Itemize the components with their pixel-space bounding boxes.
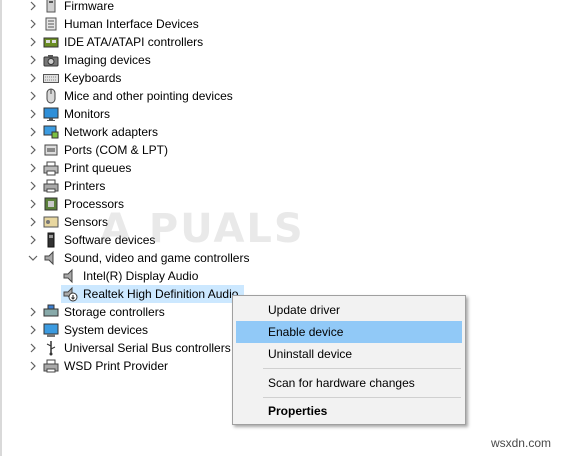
tree-item-mice[interactable]: Mice and other pointing devices: [0, 87, 300, 105]
chevron-right-icon[interactable]: [28, 361, 38, 371]
chevron-right-icon[interactable]: [28, 55, 38, 65]
speaker-icon: [62, 268, 78, 284]
tree-item-printers[interactable]: Printers: [0, 177, 300, 195]
tree-item-imaging-devices[interactable]: Imaging devices: [0, 51, 300, 69]
chevron-right-icon[interactable]: [28, 307, 38, 317]
firmware-icon: [43, 0, 59, 14]
processor-icon: [43, 196, 59, 212]
menu-separator: [263, 397, 461, 398]
network-adapter-icon: [43, 124, 59, 140]
sensor-icon: [43, 214, 59, 230]
chevron-right-icon[interactable]: [28, 217, 38, 227]
tree-item-monitors[interactable]: Monitors: [0, 105, 300, 123]
context-menu: Update driver Enable device Uninstall de…: [232, 295, 466, 425]
chevron-right-icon[interactable]: [28, 199, 38, 209]
camera-icon: [43, 52, 59, 68]
storage-controller-icon: [43, 304, 59, 320]
tree-item-network-adapters[interactable]: Network adapters: [0, 123, 300, 141]
device-manager-window: Firmware Human Interface Devices IDE ATA…: [0, 0, 563, 456]
menu-item-update-driver[interactable]: Update driver: [236, 299, 462, 321]
chevron-right-icon[interactable]: [28, 325, 38, 335]
chevron-right-icon[interactable]: [28, 109, 38, 119]
menu-item-properties[interactable]: Properties: [236, 400, 462, 422]
chevron-right-icon[interactable]: [28, 145, 38, 155]
monitor-icon: [43, 106, 59, 122]
tree-item-label: Print queues: [64, 161, 132, 175]
system-device-icon: [43, 322, 59, 338]
menu-item-uninstall-device[interactable]: Uninstall device: [236, 343, 462, 365]
chevron-right-icon[interactable]: [28, 163, 38, 173]
keyboard-icon: [43, 70, 59, 86]
tree-item-label: Sound, video and game controllers: [64, 251, 250, 265]
tree-item-intel-display-audio[interactable]: Intel(R) Display Audio: [0, 267, 300, 285]
speaker-icon: [43, 250, 59, 266]
chevron-right-icon[interactable]: [28, 1, 38, 11]
tree-item-ports[interactable]: Ports (COM & LPT): [0, 141, 300, 159]
watermark-logo: A PUALS: [100, 206, 305, 252]
tree-item-ide-controllers[interactable]: IDE ATA/ATAPI controllers: [0, 33, 300, 51]
print-queue-icon: [43, 160, 59, 176]
chevron-right-icon[interactable]: [28, 19, 38, 29]
tree-item-label: Storage controllers: [64, 305, 165, 319]
tree-item-label: Imaging devices: [64, 53, 151, 67]
chevron-right-icon[interactable]: [28, 127, 38, 137]
tree-item-label: WSD Print Provider: [64, 359, 169, 373]
software-device-icon: [43, 232, 59, 248]
hid-icon: [43, 16, 59, 32]
tree-item-label: System devices: [64, 323, 149, 337]
tree-item-label: Printers: [64, 179, 106, 193]
chevron-right-icon[interactable]: [28, 343, 38, 353]
tree-item-label: Realtek High Definition Audio: [83, 287, 239, 301]
tree-item-print-queues[interactable]: Print queues: [0, 159, 300, 177]
chevron-right-icon[interactable]: [28, 235, 38, 245]
usb-icon: [43, 340, 59, 356]
printer-icon: [43, 178, 59, 194]
tree-item-keyboards[interactable]: Keyboards: [0, 69, 300, 87]
menu-item-scan-hardware-changes[interactable]: Scan for hardware changes: [236, 372, 462, 394]
chevron-right-icon[interactable]: [28, 181, 38, 191]
menu-item-enable-device[interactable]: Enable device: [236, 321, 462, 343]
chevron-right-icon[interactable]: [28, 73, 38, 83]
tree-item-label: Human Interface Devices: [64, 17, 199, 31]
tree-item-human-interface-devices[interactable]: Human Interface Devices: [0, 15, 300, 33]
tree-item-label: Firmware: [64, 0, 114, 13]
tree-item-label: Intel(R) Display Audio: [83, 269, 199, 283]
menu-separator: [263, 368, 461, 369]
chevron-right-icon[interactable]: [28, 91, 38, 101]
ide-controller-icon: [43, 34, 59, 50]
tree-item-label: Keyboards: [64, 71, 122, 85]
wsd-printer-icon: [43, 358, 59, 374]
mouse-icon: [43, 88, 59, 104]
tree-item-label: Ports (COM & LPT): [64, 143, 169, 157]
chevron-right-icon[interactable]: [28, 37, 38, 47]
tree-item-label: Monitors: [64, 107, 111, 121]
speaker-disabled-icon: [62, 286, 78, 302]
chevron-down-icon[interactable]: [28, 253, 38, 263]
tree-item-label: Universal Serial Bus controllers: [64, 341, 231, 355]
tree-item-label: Network adapters: [64, 125, 159, 139]
tree-item-label: IDE ATA/ATAPI controllers: [64, 35, 204, 49]
port-icon: [43, 142, 59, 158]
credit-text: wsxdn.com: [490, 436, 551, 450]
tree-item-firmware[interactable]: Firmware: [0, 0, 300, 15]
tree-item-label: Mice and other pointing devices: [64, 89, 233, 103]
